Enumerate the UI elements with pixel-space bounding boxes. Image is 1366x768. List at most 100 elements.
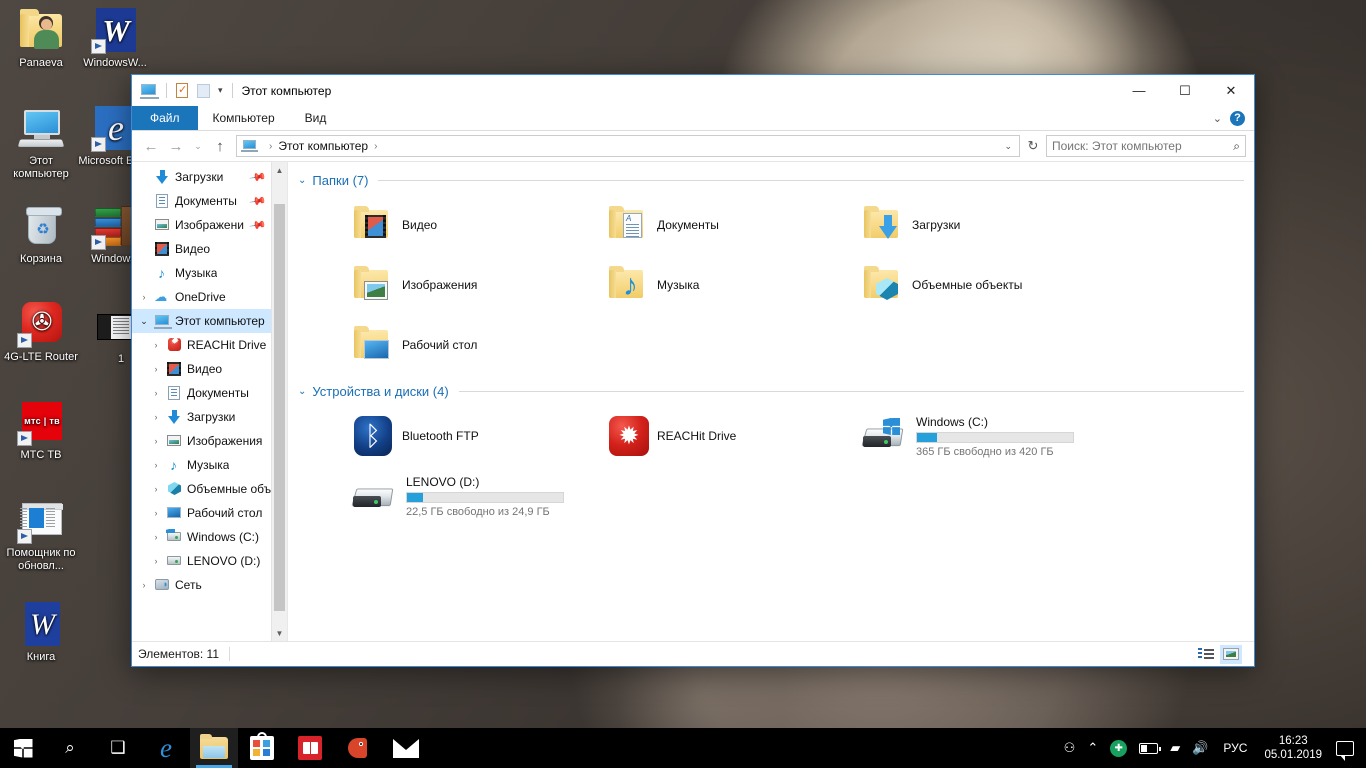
expander[interactable]: › xyxy=(148,412,164,422)
item-3d-objects[interactable]: Объемные объекты xyxy=(806,255,1061,315)
item-reachit-drive[interactable]: ✹ REACHit Drive xyxy=(551,406,806,466)
notifications-icon[interactable] xyxy=(1336,740,1354,761)
expander[interactable]: › xyxy=(148,484,164,494)
large-icons-view-button[interactable] xyxy=(1220,644,1242,664)
mail-button[interactable] xyxy=(382,728,430,768)
chevron-up-icon[interactable]: ⌃ xyxy=(1081,728,1104,768)
scrollbar-thumb[interactable] xyxy=(274,204,285,611)
expander[interactable]: › xyxy=(148,364,164,374)
quick-access-this-pc-icon[interactable] xyxy=(139,81,159,101)
desktop-icon-windowsw[interactable]: W WindowsW... xyxy=(78,6,152,70)
desktop-icon-this-pc[interactable]: Этот компьютер xyxy=(4,104,78,181)
breadcrumb-item[interactable]: Этот компьютер xyxy=(278,139,368,153)
sidebar-item-documents[interactable]: › Документы xyxy=(132,381,271,405)
clock[interactable]: 16:23 05.01.2019 xyxy=(1256,734,1330,762)
scroll-up-button[interactable]: ▲ xyxy=(272,162,287,178)
breadcrumb[interactable]: › Этот компьютер › ⌄ xyxy=(236,135,1020,157)
sidebar-item-documents-qa[interactable]: Документы 📌 xyxy=(132,189,271,213)
close-button[interactable]: ✕ xyxy=(1208,75,1254,106)
item-windows-c[interactable]: Windows (C:) 365 ГБ свободно из 420 ГБ xyxy=(806,406,1074,466)
sidebar-item-onedrive[interactable]: › ☁ OneDrive xyxy=(132,285,271,309)
forward-button[interactable]: → xyxy=(165,135,187,157)
item-bluetooth-ftp[interactable]: ᛒ Bluetooth FTP xyxy=(296,406,551,466)
item-documents[interactable]: Документы xyxy=(551,195,806,255)
item-downloads[interactable]: Загрузки xyxy=(806,195,1061,255)
expander[interactable]: › xyxy=(148,532,164,542)
search-box[interactable]: ⌕ xyxy=(1046,135,1246,157)
details-view-button[interactable] xyxy=(1195,645,1217,664)
sidebar-item-lenovo-d[interactable]: › LENOVO (D:) xyxy=(132,549,271,573)
sidebar-item-music[interactable]: › ♪ Музыка xyxy=(132,453,271,477)
edge-button[interactable]: e xyxy=(142,728,190,768)
breadcrumb-separator[interactable]: › xyxy=(374,141,377,152)
minimize-button[interactable]: — xyxy=(1116,75,1162,106)
sidebar-item-this-pc[interactable]: ⌄ Этот компьютер xyxy=(132,309,271,333)
item-pictures[interactable]: Изображения xyxy=(296,255,551,315)
volume-icon[interactable]: 🔊 xyxy=(1186,728,1214,768)
task-view-button[interactable]: ❑ xyxy=(94,728,142,768)
people-icon[interactable]: ⚇ xyxy=(1058,728,1082,768)
start-button[interactable] xyxy=(0,728,46,768)
sidebar-item-3d-objects[interactable]: › Объемные объе xyxy=(132,477,271,501)
recent-locations-button[interactable]: ⌄ xyxy=(190,135,206,157)
desktop-icon-recycle-bin[interactable]: ♻ Корзина xyxy=(4,202,78,266)
sidebar-item-desktop[interactable]: › Рабочий стол xyxy=(132,501,271,525)
tab-computer[interactable]: Компьютер xyxy=(198,106,290,130)
chevron-down-icon[interactable]: ⌄ xyxy=(298,386,306,397)
up-button[interactable]: ↑ xyxy=(209,135,231,157)
maximize-button[interactable]: ☐ xyxy=(1162,75,1208,106)
sidebar-item-pictures[interactable]: › Изображения xyxy=(132,429,271,453)
item-desktop[interactable]: Рабочий стол xyxy=(296,315,551,375)
desktop-icon-4g-lte-router[interactable]: ✇ 4G-LTE Router xyxy=(4,300,78,364)
language-indicator[interactable]: РУС xyxy=(1214,728,1256,768)
book-button[interactable] xyxy=(286,728,334,768)
chevron-down-icon[interactable]: ⌄ xyxy=(1213,112,1222,125)
expander[interactable]: › xyxy=(136,292,152,302)
file-explorer-button[interactable] xyxy=(190,728,238,768)
desktop-icon-panaeva[interactable]: Panaeva xyxy=(4,6,78,70)
search-input[interactable] xyxy=(1052,139,1234,153)
file-list-pane[interactable]: ⌄ Папки (7) Видео Документы Загрузки xyxy=(288,162,1254,641)
green-status-icon[interactable]: ✚ xyxy=(1104,728,1133,768)
quick-access-properties-icon[interactable] xyxy=(172,81,192,101)
expander[interactable]: › xyxy=(148,556,164,566)
bird-app-button[interactable] xyxy=(334,728,382,768)
sidebar-item-music-qa[interactable]: ♪ Музыка xyxy=(132,261,271,285)
sidebar-item-reachit-drive[interactable]: › REACHit Drive xyxy=(132,333,271,357)
desktop-icon-kniga[interactable]: W Книга xyxy=(4,600,78,664)
desktop-icon-update-assistant[interactable]: Помощник по обновл... xyxy=(0,496,82,573)
sidebar-item-videos-qa[interactable]: Видео xyxy=(132,237,271,261)
sidebar-item-videos[interactable]: › Видео xyxy=(132,357,271,381)
expander[interactable]: › xyxy=(148,436,164,446)
sidebar-item-downloads-qa[interactable]: Загрузки 📌 xyxy=(132,165,271,189)
expander[interactable]: › xyxy=(148,508,164,518)
item-music[interactable]: ♪ Музыка xyxy=(551,255,806,315)
expander[interactable]: › xyxy=(148,460,164,470)
quick-access-new-folder-icon[interactable] xyxy=(194,81,214,101)
tab-view[interactable]: Вид xyxy=(290,106,342,130)
expander[interactable]: › xyxy=(148,340,164,350)
sidebar-item-windows-c[interactable]: › Windows (C:) xyxy=(132,525,271,549)
customize-quick-access-icon[interactable]: ▾ xyxy=(218,85,223,96)
expander[interactable]: › xyxy=(148,388,164,398)
search-button[interactable]: ⌕ xyxy=(46,728,94,768)
help-button[interactable]: ? xyxy=(1230,110,1245,126)
scroll-down-button[interactable]: ▼ xyxy=(272,625,287,641)
store-button[interactable] xyxy=(238,728,286,768)
item-lenovo-d[interactable]: LENOVO (D:) 22,5 ГБ свободно из 24,9 ГБ xyxy=(296,466,564,526)
breadcrumb-dropdown-icon[interactable]: ⌄ xyxy=(1004,141,1015,152)
battery-icon[interactable] xyxy=(1133,728,1164,768)
desktop-icon-mts-tv[interactable]: мтс | тв МТС ТВ xyxy=(4,398,78,462)
wifi-icon[interactable]: ▰ xyxy=(1164,728,1186,768)
expander[interactable]: ⌄ xyxy=(136,316,152,327)
sidebar-item-pictures-qa[interactable]: Изображени 📌 xyxy=(132,213,271,237)
group-header-folders[interactable]: ⌄ Папки (7) xyxy=(296,170,1254,191)
item-videos[interactable]: Видео xyxy=(296,195,551,255)
group-header-devices[interactable]: ⌄ Устройства и диски (4) xyxy=(296,381,1254,402)
expander[interactable]: › xyxy=(136,580,152,590)
search-icon[interactable]: ⌕ xyxy=(1233,139,1240,154)
tab-file[interactable]: Файл xyxy=(132,106,198,130)
sidebar-item-network[interactable]: › Сеть xyxy=(132,573,271,597)
refresh-button[interactable]: ↻ xyxy=(1023,138,1043,154)
back-button[interactable]: ← xyxy=(140,135,162,157)
